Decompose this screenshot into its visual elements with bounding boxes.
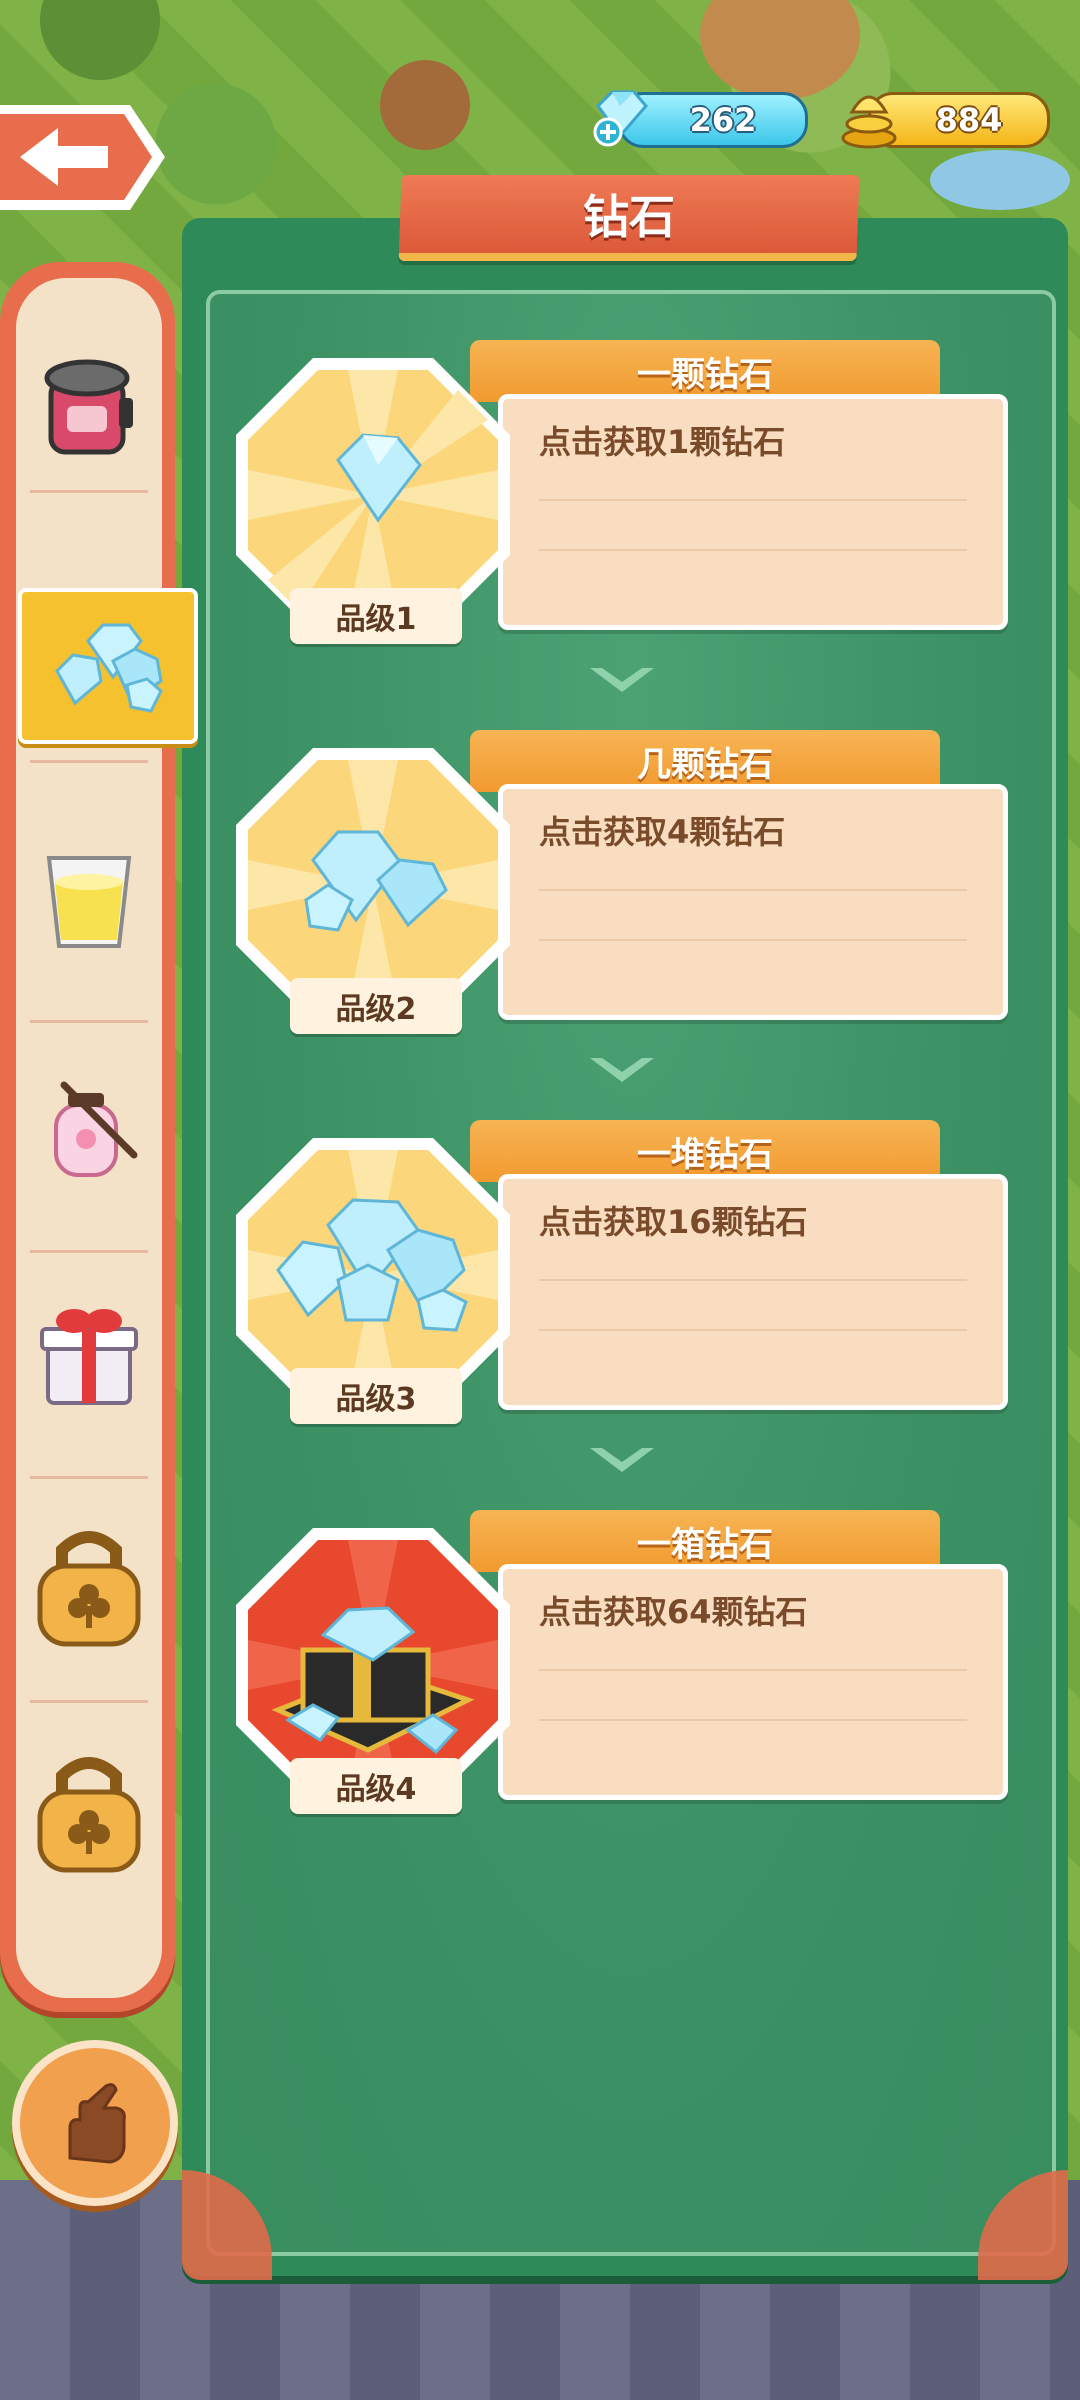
category-diamonds[interactable] xyxy=(18,588,198,744)
item-tier-badge: 品级2 xyxy=(290,978,462,1034)
chevron-down-icon xyxy=(590,1058,654,1082)
cooker-icon xyxy=(44,359,133,455)
category-locked-2[interactable] xyxy=(16,1736,162,1886)
page-title-banner: 钻石 xyxy=(398,175,860,261)
chevron-down-icon xyxy=(590,668,654,692)
category-gifts[interactable] xyxy=(16,1280,162,1430)
item-card-3[interactable]: 一堆钻石 点击获取16颗钻石 品级3 xyxy=(228,1120,1008,1424)
locked-icon xyxy=(37,1757,141,1873)
item-description-box: 点击获取1颗钻石 xyxy=(498,394,1008,630)
back-button[interactable] xyxy=(0,100,165,215)
back-arrow-icon xyxy=(0,105,165,210)
item-description-box: 点击获取4颗钻石 xyxy=(498,784,1008,1020)
category-drinks[interactable] xyxy=(16,826,162,976)
pointing-hand-icon xyxy=(68,2083,126,2164)
item-description: 点击获取4颗钻石 xyxy=(539,813,786,851)
gold-coin-icon xyxy=(838,84,900,150)
page-title: 钻石 xyxy=(583,190,676,244)
gift-box-icon xyxy=(40,1309,138,1405)
category-lanterns[interactable] xyxy=(16,1060,162,1210)
item-tier-badge: 品级4 xyxy=(290,1758,462,1814)
pointer-hand-button[interactable] xyxy=(12,2040,178,2206)
item-description: 点击获取64颗钻石 xyxy=(539,1593,808,1631)
category-cooker[interactable] xyxy=(16,330,162,480)
juice-glass-icon xyxy=(46,856,132,948)
item-card-1[interactable]: 一颗钻石 点击获取1颗钻石 品级1 xyxy=(228,340,1008,644)
chevron-down-icon xyxy=(590,1448,654,1472)
item-card-4[interactable]: 一箱钻石 点击获取64颗钻石 品级4 xyxy=(228,1510,1008,1814)
item-tier-badge: 品级3 xyxy=(290,1368,462,1424)
item-name: 一堆钻石 xyxy=(470,1120,940,1182)
item-description: 点击获取1颗钻石 xyxy=(539,423,786,461)
item-tier-badge: 品级1 xyxy=(290,588,462,644)
item-name: 一箱钻石 xyxy=(470,1510,940,1572)
gem-count: 262 xyxy=(689,101,757,139)
item-name: 一颗钻石 xyxy=(470,340,940,402)
category-locked-1[interactable] xyxy=(16,1510,162,1660)
item-description-box: 点击获取16颗钻石 xyxy=(498,1174,1008,1410)
locked-icon xyxy=(37,1531,141,1647)
gem-plus-icon[interactable] xyxy=(590,86,652,148)
item-description: 点击获取16颗钻石 xyxy=(539,1203,808,1241)
lantern-icon xyxy=(54,1081,138,1177)
diamond-pile-icon xyxy=(55,623,163,713)
gold-count: 884 xyxy=(935,101,1003,139)
item-card-2[interactable]: 几颗钻石 点击获取4颗钻石 品级2 xyxy=(228,730,1008,1034)
item-name: 几颗钻石 xyxy=(470,730,940,792)
item-description-box: 点击获取64颗钻石 xyxy=(498,1564,1008,1800)
